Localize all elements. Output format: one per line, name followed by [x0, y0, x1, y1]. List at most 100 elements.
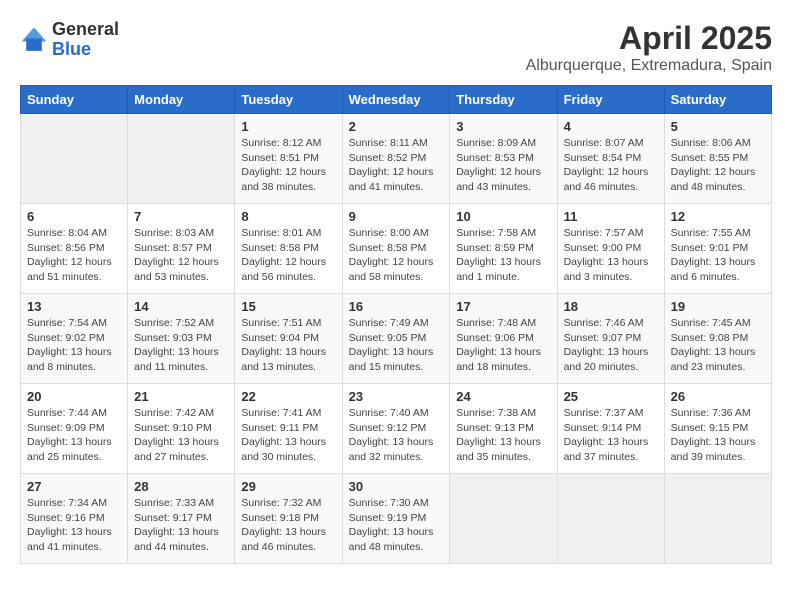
day-info: Sunrise: 7:42 AM Sunset: 9:10 PM Dayligh…: [134, 406, 228, 465]
calendar-cell: 16 Sunrise: 7:49 AM Sunset: 9:05 PM Dayli…: [342, 294, 450, 384]
calendar-week-row: 6Sunrise: 8:04 AM Sunset: 8:56 PM Daylig…: [21, 204, 772, 294]
calendar-body: 1Sunrise: 8:12 AM Sunset: 8:51 PM Daylig…: [21, 114, 772, 564]
calendar-cell: 22 Sunrise: 7:41 AM Sunset: 9:11 PM Dayli…: [235, 384, 342, 474]
page-header: General Blue April 2025 Alburquerque, Ex…: [20, 20, 772, 75]
day-number: 17: [456, 299, 550, 314]
day-number: 16: [349, 299, 444, 314]
location-title: Alburquerque, Extremadura, Spain: [526, 57, 772, 75]
day-info: Sunrise: 7:49 AM Sunset: 9:05 PM Dayligh…: [349, 316, 444, 375]
day-number: 11: [564, 209, 658, 224]
calendar-cell: 14 Sunrise: 7:52 AM Sunset: 9:03 PM Dayli…: [128, 294, 235, 384]
calendar-cell: 13 Sunrise: 7:54 AM Sunset: 9:02 PM Dayli…: [21, 294, 128, 384]
calendar-cell: 9 Sunrise: 8:00 AM Sunset: 8:58 PM Daylig…: [342, 204, 450, 294]
day-number: 23: [349, 389, 444, 404]
day-number: 30: [349, 479, 444, 494]
calendar-cell: 20 Sunrise: 7:44 AM Sunset: 9:09 PM Dayli…: [21, 384, 128, 474]
weekday-header: Thursday: [450, 86, 557, 114]
calendar-cell: 28 Sunrise: 7:33 AM Sunset: 9:17 PM Dayli…: [128, 474, 235, 564]
calendar-table: SundayMondayTuesdayWednesdayThursdayFrid…: [20, 85, 772, 564]
day-info: Sunrise: 7:34 AM Sunset: 9:16 PM Dayligh…: [27, 496, 121, 555]
day-info: Sunrise: 8:11 AM Sunset: 8:52 PM Dayligh…: [349, 136, 444, 195]
weekday-header: Friday: [557, 86, 664, 114]
day-info: Sunrise: 7:45 AM Sunset: 9:08 PM Dayligh…: [671, 316, 765, 375]
day-number: 7: [134, 209, 228, 224]
weekday-header: Wednesday: [342, 86, 450, 114]
day-info: Sunrise: 7:41 AM Sunset: 9:11 PM Dayligh…: [241, 406, 335, 465]
day-number: 14: [134, 299, 228, 314]
calendar-cell: 27 Sunrise: 7:34 AM Sunset: 9:16 PM Dayli…: [21, 474, 128, 564]
calendar-cell: 12Sunrise: 7:55 AM Sunset: 9:01 PM Dayli…: [664, 204, 771, 294]
day-number: 21: [134, 389, 228, 404]
day-number: 18: [564, 299, 658, 314]
calendar-cell: 8 Sunrise: 8:01 AM Sunset: 8:58 PM Daylig…: [235, 204, 342, 294]
day-number: 29: [241, 479, 335, 494]
day-info: Sunrise: 8:03 AM Sunset: 8:57 PM Dayligh…: [134, 226, 228, 285]
day-number: 4: [564, 119, 658, 134]
day-number: 3: [456, 119, 550, 134]
day-number: 15: [241, 299, 335, 314]
calendar-week-row: 20 Sunrise: 7:44 AM Sunset: 9:09 PM Dayli…: [21, 384, 772, 474]
day-info: Sunrise: 8:09 AM Sunset: 8:53 PM Dayligh…: [456, 136, 550, 195]
day-info: Sunrise: 7:40 AM Sunset: 9:12 PM Dayligh…: [349, 406, 444, 465]
day-number: 28: [134, 479, 228, 494]
day-info: Sunrise: 7:46 AM Sunset: 9:07 PM Dayligh…: [564, 316, 658, 375]
calendar-cell: 30 Sunrise: 7:30 AM Sunset: 9:19 PM Dayli…: [342, 474, 450, 564]
day-number: 9: [349, 209, 444, 224]
day-number: 5: [671, 119, 765, 134]
calendar-header: SundayMondayTuesdayWednesdayThursdayFrid…: [21, 86, 772, 114]
calendar-cell: 15Sunrise: 7:51 AM Sunset: 9:04 PM Dayli…: [235, 294, 342, 384]
logo: General Blue: [20, 20, 119, 60]
calendar-cell: 17 Sunrise: 7:48 AM Sunset: 9:06 PM Dayli…: [450, 294, 557, 384]
logo-icon: [20, 26, 48, 54]
day-info: Sunrise: 7:30 AM Sunset: 9:19 PM Dayligh…: [349, 496, 444, 555]
day-info: Sunrise: 7:33 AM Sunset: 9:17 PM Dayligh…: [134, 496, 228, 555]
day-info: Sunrise: 7:38 AM Sunset: 9:13 PM Dayligh…: [456, 406, 550, 465]
calendar-cell: 24Sunrise: 7:38 AM Sunset: 9:13 PM Dayli…: [450, 384, 557, 474]
day-number: 1: [241, 119, 335, 134]
calendar-cell: 11Sunrise: 7:57 AM Sunset: 9:00 PM Dayli…: [557, 204, 664, 294]
weekday-header: Sunday: [21, 86, 128, 114]
calendar-cell: 23 Sunrise: 7:40 AM Sunset: 9:12 PM Dayli…: [342, 384, 450, 474]
calendar-cell: [664, 474, 771, 564]
calendar-week-row: 27 Sunrise: 7:34 AM Sunset: 9:16 PM Dayli…: [21, 474, 772, 564]
calendar-cell: 21 Sunrise: 7:42 AM Sunset: 9:10 PM Dayli…: [128, 384, 235, 474]
calendar-cell: [128, 114, 235, 204]
day-number: 2: [349, 119, 444, 134]
day-info: Sunrise: 8:00 AM Sunset: 8:58 PM Dayligh…: [349, 226, 444, 285]
day-number: 20: [27, 389, 121, 404]
day-number: 8: [241, 209, 335, 224]
title-block: April 2025 Alburquerque, Extremadura, Sp…: [526, 20, 772, 75]
day-number: 25: [564, 389, 658, 404]
day-info: Sunrise: 7:54 AM Sunset: 9:02 PM Dayligh…: [27, 316, 121, 375]
day-info: Sunrise: 7:48 AM Sunset: 9:06 PM Dayligh…: [456, 316, 550, 375]
day-number: 26: [671, 389, 765, 404]
calendar-cell: 2 Sunrise: 8:11 AM Sunset: 8:52 PM Daylig…: [342, 114, 450, 204]
day-info: Sunrise: 8:01 AM Sunset: 8:58 PM Dayligh…: [241, 226, 335, 285]
day-info: Sunrise: 7:44 AM Sunset: 9:09 PM Dayligh…: [27, 406, 121, 465]
day-number: 22: [241, 389, 335, 404]
day-info: Sunrise: 7:32 AM Sunset: 9:18 PM Dayligh…: [241, 496, 335, 555]
logo-text: General Blue: [52, 20, 119, 60]
day-number: 27: [27, 479, 121, 494]
weekday-row: SundayMondayTuesdayWednesdayThursdayFrid…: [21, 86, 772, 114]
day-number: 13: [27, 299, 121, 314]
calendar-cell: 19 Sunrise: 7:45 AM Sunset: 9:08 PM Dayli…: [664, 294, 771, 384]
calendar-cell: 6Sunrise: 8:04 AM Sunset: 8:56 PM Daylig…: [21, 204, 128, 294]
weekday-header: Tuesday: [235, 86, 342, 114]
calendar-cell: 1Sunrise: 8:12 AM Sunset: 8:51 PM Daylig…: [235, 114, 342, 204]
day-info: Sunrise: 8:06 AM Sunset: 8:55 PM Dayligh…: [671, 136, 765, 195]
day-info: Sunrise: 7:37 AM Sunset: 9:14 PM Dayligh…: [564, 406, 658, 465]
day-number: 19: [671, 299, 765, 314]
day-info: Sunrise: 7:58 AM Sunset: 8:59 PM Dayligh…: [456, 226, 550, 285]
weekday-header: Monday: [128, 86, 235, 114]
day-info: Sunrise: 8:07 AM Sunset: 8:54 PM Dayligh…: [564, 136, 658, 195]
day-number: 12: [671, 209, 765, 224]
day-info: Sunrise: 7:52 AM Sunset: 9:03 PM Dayligh…: [134, 316, 228, 375]
weekday-header: Saturday: [664, 86, 771, 114]
calendar-week-row: 1Sunrise: 8:12 AM Sunset: 8:51 PM Daylig…: [21, 114, 772, 204]
calendar-cell: 7 Sunrise: 8:03 AM Sunset: 8:57 PM Daylig…: [128, 204, 235, 294]
month-title: April 2025: [526, 20, 772, 57]
calendar-cell: [21, 114, 128, 204]
calendar-cell: [557, 474, 664, 564]
calendar-cell: 29 Sunrise: 7:32 AM Sunset: 9:18 PM Dayli…: [235, 474, 342, 564]
